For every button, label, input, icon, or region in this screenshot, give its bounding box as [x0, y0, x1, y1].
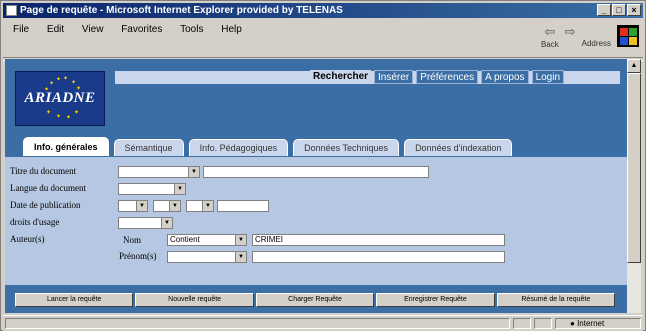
language-select[interactable]: ▼ [118, 183, 186, 195]
chevron-down-icon: ▼ [136, 201, 147, 211]
nav-rechercher[interactable]: Rechercher [310, 70, 372, 84]
firstname-input[interactable] [252, 251, 505, 263]
close-button[interactable]: × [627, 4, 641, 16]
window-title: Page de requête - Microsoft Internet Exp… [20, 5, 343, 16]
status-cell [534, 318, 552, 329]
chevron-down-icon: ▼ [161, 218, 172, 228]
logo-text: ARIADNE [24, 90, 96, 106]
nav-login[interactable]: Login [531, 70, 565, 84]
name-label: Nom [123, 235, 141, 245]
save-query-button[interactable]: Enregistrer Requête [376, 293, 495, 307]
back-label: Back [540, 40, 559, 49]
tab-donnees-indexation[interactable]: Données d'indexation [404, 139, 513, 156]
forward-button[interactable]: ⇨ [565, 20, 576, 40]
name-mode-value: Contient [170, 235, 200, 244]
nav-inserer[interactable]: Insérer [374, 70, 414, 84]
chevron-down-icon: ▼ [235, 235, 246, 245]
rights-select[interactable]: ▼ [118, 217, 173, 229]
chevron-down-icon: ▼ [174, 184, 185, 194]
maximize-button[interactable]: □ [612, 4, 626, 16]
page-content: ✦ ✦ ✦ ✦ ✦ ✦ ARIADNE ✦ ✦ ✦ ✦ Rechercher Insére… [5, 59, 627, 313]
internet-zone: ● Internet [555, 318, 641, 329]
browser-window: Page de requête - Microsoft Internet Exp… [0, 0, 646, 331]
firstname-label: Prénom(s) [119, 251, 157, 261]
chevron-down-icon: ▼ [188, 167, 199, 177]
search-form: Titre du document ▼ Langue du document ▼… [5, 157, 627, 285]
menu-file[interactable]: File [13, 24, 29, 35]
chevron-down-icon: ▼ [235, 252, 246, 262]
nav-a-propos[interactable]: A propos [481, 70, 529, 84]
address-button[interactable]: Address [582, 20, 611, 48]
address-label: Address [581, 39, 611, 48]
toolbar: ⇦ Back ⇨ Address [541, 20, 639, 60]
scroll-up-icon[interactable]: ▲ [627, 59, 641, 73]
launch-query-button[interactable]: Lancer la requête [15, 293, 134, 307]
language-label: Langue du document [10, 183, 86, 193]
ie-icon [6, 5, 17, 16]
zone-label: Internet [577, 319, 605, 328]
tab-bar: Info. générales Sémantique Info. Pédagog… [23, 137, 513, 157]
status-message [5, 318, 510, 329]
firstname-mode-select[interactable]: ▼ [167, 251, 247, 263]
ariadne-logo: ✦ ✦ ✦ ✦ ✦ ✦ ARIADNE ✦ ✦ ✦ ✦ [15, 71, 105, 126]
tab-info-generales[interactable]: Info. générales [23, 137, 109, 156]
menu-help[interactable]: Help [221, 24, 242, 35]
tab-donnees-techniques[interactable]: Données Techniques [293, 139, 400, 156]
new-query-button[interactable]: Nouvelle requête [135, 293, 254, 307]
scroll-thumb[interactable] [627, 73, 641, 263]
tab-info-pedagogiques[interactable]: Info. Pédagogiques [188, 139, 289, 156]
rights-label: droits d'usage [10, 217, 60, 227]
chevron-down-icon: ▼ [202, 201, 213, 211]
chevron-down-icon: ▼ [169, 201, 180, 211]
address-icon [582, 24, 611, 39]
menu-view[interactable]: View [82, 24, 104, 35]
title-label: Titre du document [10, 166, 77, 176]
nav-preferences[interactable]: Préférences [416, 70, 479, 84]
date-year-input[interactable] [217, 200, 269, 212]
title-input[interactable] [203, 166, 429, 178]
menu-tools[interactable]: Tools [180, 24, 203, 35]
action-buttons: Lancer la requête Nouvelle requête Charg… [15, 293, 616, 307]
menu-edit[interactable]: Edit [47, 24, 64, 35]
back-arrow-icon: ⇦ [544, 24, 556, 39]
author-label: Auteur(s) [10, 234, 45, 244]
title-qualifier-select[interactable]: ▼ [118, 166, 200, 178]
name-input[interactable]: CRIMEI [252, 234, 505, 246]
minimize-button[interactable]: _ [597, 4, 611, 16]
name-mode-select[interactable]: Contient ▼ [167, 234, 247, 246]
globe-icon: ● [570, 319, 575, 328]
date-day-select[interactable]: ▼ [153, 200, 181, 212]
vertical-scrollbar[interactable]: ▲ [627, 59, 641, 313]
top-nav: Rechercher Insérer Préférences A propos … [310, 70, 565, 84]
date-op-select[interactable]: ▼ [118, 200, 148, 212]
date-label: Date de publication [10, 200, 81, 210]
query-summary-button[interactable]: Résumé de la requête [496, 293, 616, 307]
date-month-select[interactable]: ▼ [186, 200, 214, 212]
load-query-button[interactable]: Charger Requête [255, 293, 375, 307]
status-bar: ● Internet [3, 315, 643, 331]
windows-logo-icon [617, 25, 639, 47]
menu-bar: File Edit View Favorites Tools Help [3, 20, 563, 40]
back-button[interactable]: ⇦ Back [541, 20, 559, 49]
menu-favorites[interactable]: Favorites [121, 24, 162, 35]
forward-arrow-icon: ⇨ [564, 24, 576, 39]
tab-semantique[interactable]: Sémantique [113, 139, 184, 156]
title-bar: Page de requête - Microsoft Internet Exp… [3, 3, 643, 18]
status-cell [513, 318, 531, 329]
